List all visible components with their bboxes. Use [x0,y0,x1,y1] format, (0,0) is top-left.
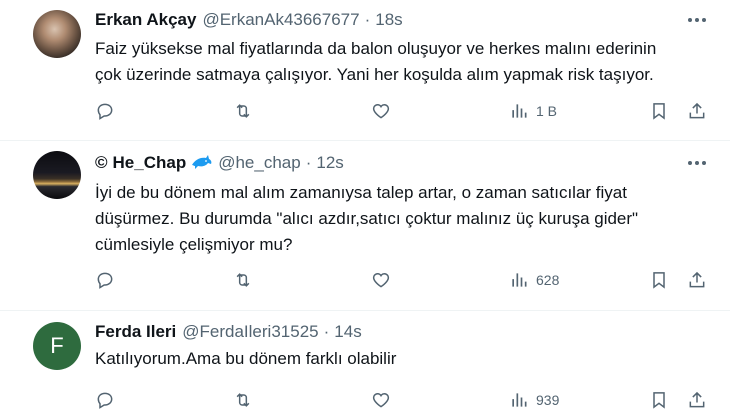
views-button[interactable]: 1 B [509,98,557,124]
share-button[interactable] [687,387,707,413]
action-bar: 939 [95,387,715,413]
author-handle[interactable]: @FerdaIleri31525 [182,322,318,342]
avatar[interactable]: F [33,322,81,370]
share-icon [689,102,705,119]
tweet-erkan[interactable]: Erkan Akçay @ErkanAk43667677 · 18s Faiz … [0,0,730,140]
tweet-header: Ferda Ileri @FerdaIleri31525 · 14s [95,320,362,344]
avatar[interactable] [33,151,81,199]
more-icon[interactable] [684,153,710,173]
retweet-icon [236,104,250,118]
avatar[interactable] [33,10,81,58]
like-icon [372,272,390,288]
more-icon[interactable] [684,10,710,30]
views-button[interactable]: 628 [509,267,559,293]
copyright-mark: © [95,153,108,172]
views-count: 628 [536,272,560,288]
timestamp[interactable]: 14s [334,322,361,342]
separator: · [323,322,330,341]
reply-button[interactable] [95,267,115,293]
like-icon [372,103,390,119]
bookmark-icon [653,103,665,120]
reply-icon [97,272,113,289]
tweet-text: İyi de bu dönem mal alım zamanıysa talep… [95,180,715,258]
tweet-text: Faiz yüksekse mal fiyatlarında da balon … [95,36,715,88]
tweet-text-line: Faiz yüksekse mal fiyatlarında da balon … [95,39,657,58]
views-button[interactable]: 939 [509,387,559,413]
retweet-button[interactable] [233,387,253,413]
tweet-text: Katılıyorum.Ama bu dönem farklı olabilir [95,346,715,372]
retweet-icon [236,273,250,287]
views-icon [512,393,527,407]
action-bar: 1 B [95,98,715,124]
like-button[interactable] [371,267,391,293]
author-handle[interactable]: @he_chap [218,153,301,173]
tweet-text-line: Katılıyorum.Ama bu dönem farklı olabilir [95,349,397,368]
tweet-ferda[interactable]: F Ferda Ileri @FerdaIleri31525 · 14s Kat… [0,311,730,420]
share-button[interactable] [687,267,707,293]
share-button[interactable] [687,98,707,124]
tweet-text-line: cümlesiyle çelişmiyor mu? [95,235,293,254]
reply-icon [97,392,113,409]
separator: · [305,153,312,172]
retweet-button[interactable] [233,267,253,293]
bookmark-button[interactable] [649,267,669,293]
tweet-header: © He_Chap @he_chap · 12s [95,151,344,175]
separator: · [364,10,371,29]
timestamp[interactable]: 12s [316,153,343,173]
share-icon [689,271,705,288]
views-icon [512,104,527,118]
author-name[interactable]: He_Chap [113,153,187,173]
avatar-letter: F [50,333,64,358]
reply-icon [97,103,113,120]
dolphin-emoji-icon [190,154,212,172]
tweet-text-line: çok üzerinde satmaya çalışıyor. Yani her… [95,65,654,84]
views-count: 939 [536,392,560,408]
views-count: 1 B [536,103,558,119]
author-name[interactable]: Erkan Akçay [95,10,196,30]
bookmark-icon [653,272,665,289]
tweet-text-line: düşürmez. Bu durumda "alıcı azdır,satıcı… [95,209,639,228]
share-icon [689,391,705,408]
bookmark-icon [653,392,665,409]
author-name[interactable]: Ferda Ileri [95,322,176,342]
retweet-icon [236,393,250,407]
author-handle[interactable]: @ErkanAk43667677 [202,10,359,30]
bookmark-button[interactable] [649,98,669,124]
tweet-header: Erkan Akçay @ErkanAk43667677 · 18s [95,8,403,32]
reply-button[interactable] [95,387,115,413]
bookmark-button[interactable] [649,387,669,413]
action-bar: 628 [95,267,715,293]
like-button[interactable] [371,98,391,124]
timestamp[interactable]: 18s [375,10,402,30]
tweet-he-chap[interactable]: © He_Chap @he_chap · 12s İyi de bu dönem… [0,141,730,310]
views-icon [512,273,527,287]
like-button[interactable] [371,387,391,413]
retweet-button[interactable] [233,98,253,124]
reply-button[interactable] [95,98,115,124]
tweet-text-line: İyi de bu dönem mal alım zamanıysa talep… [95,183,627,202]
like-icon [372,392,390,408]
